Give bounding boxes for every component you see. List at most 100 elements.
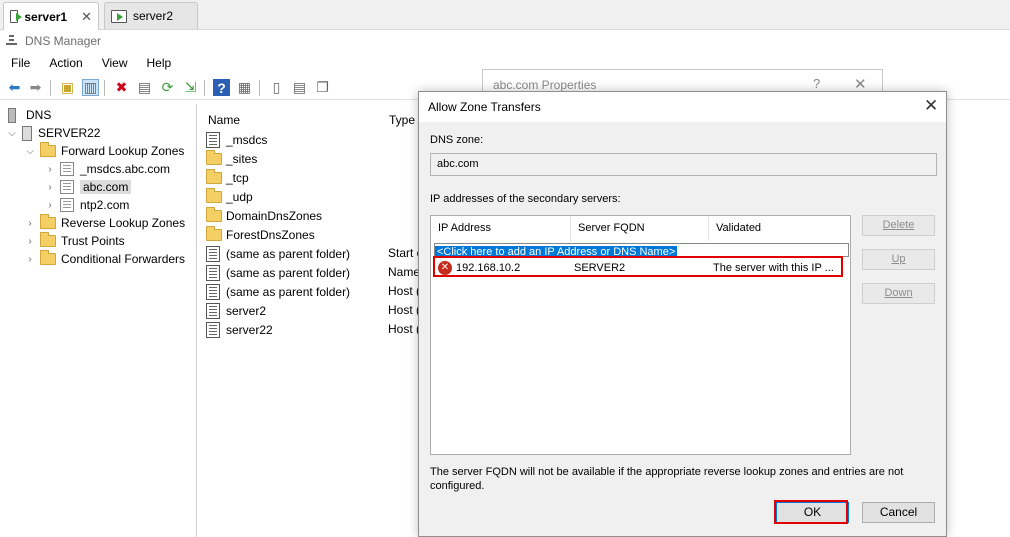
secondary-servers-list[interactable]: IP Address Server FQDN Validated <Click … [430,215,851,455]
app-title: DNS Manager [6,33,101,49]
list-item[interactable]: (same as parent folder) [206,263,350,282]
vm-icon [111,9,127,23]
record-name: _sites [226,151,258,166]
console-tree: DNS ⌵ SERVER22 ⌵ Forward Lookup Zones › … [0,104,197,537]
zone-icon [60,180,74,194]
menu-view[interactable]: View [91,54,136,72]
tab-label: server1 [24,9,68,24]
list-item[interactable]: server2 [206,301,266,320]
action-pane-icon[interactable]: ▦ [236,79,253,96]
record-icon [206,264,220,281]
list-item[interactable]: (same as parent folder) [206,244,350,263]
column-header-type[interactable]: Type [389,109,415,131]
folder-icon [40,232,56,247]
server-icon[interactable]: ▯ [268,79,285,96]
column-header-validated[interactable]: Validated [709,216,850,241]
chevron-down-icon[interactable]: ⌵ [24,146,36,157]
tree-node-trust-points[interactable]: › Trust Points [24,232,125,250]
tree-node-dns[interactable]: DNS [6,106,51,124]
cancel-button[interactable]: Cancel [862,502,935,523]
record-icon [206,321,220,338]
chevron-right-icon[interactable]: › [24,236,36,247]
tab-server2[interactable]: server2 [104,2,198,29]
help-icon[interactable]: ? [813,76,820,91]
copy-icon[interactable]: ❐ [314,79,331,96]
dns-zone-label: DNS zone: [430,134,484,146]
tree-node-label: Forward Lookup Zones [61,144,185,158]
menu-help[interactable]: Help [136,54,180,72]
tree-node-conditional-forwarders[interactable]: › Conditional Forwarders [24,250,185,268]
tree-node-abc-zone[interactable]: › abc.com [44,178,132,196]
chevron-right-icon[interactable]: › [44,182,56,193]
down-button[interactable]: Down [862,283,935,304]
folder-icon [206,168,222,184]
back-arrow-icon[interactable]: ⬅ [6,79,23,96]
list-item[interactable]: _msdcs [206,130,267,149]
dns-icon [6,108,18,123]
refresh-icon[interactable]: ⟳ [159,79,176,96]
record-type: Host ( [388,322,418,336]
server-icon [22,125,32,141]
highlight-entry-row [433,256,843,277]
column-header-name[interactable]: Name [208,109,240,131]
folder-icon [40,142,56,157]
tab-server1[interactable]: server1 ✕ [3,2,99,30]
tree-node-ntp2-zone[interactable]: › ntp2.com [44,196,129,214]
record-type: Name [388,265,418,279]
dns-zone-field: abc.com [430,153,937,176]
record-name: _msdcs [226,132,268,147]
record-name: server2 [226,303,267,318]
app-title-text: DNS Manager [25,34,102,48]
help-icon[interactable]: ? [213,79,230,96]
menu-action[interactable]: Action [38,54,90,72]
record-name: (same as parent folder) [226,284,351,299]
close-icon[interactable]: ✕ [81,9,92,25]
dialog-title: Allow Zone Transfers [428,100,541,114]
toolbar-separator [204,80,205,96]
zone-icon [60,198,74,212]
folder-icon [206,206,222,222]
list-item[interactable]: (same as parent folder) [206,282,350,301]
chevron-right-icon[interactable]: › [24,254,36,265]
export-list-icon[interactable]: ⇲ [182,79,199,96]
list-item[interactable]: _sites [206,149,257,168]
record-type: Start o [388,246,418,260]
chevron-right-icon[interactable]: › [24,218,36,229]
list-item[interactable]: ForestDnsZones [206,225,315,244]
properties-icon[interactable]: ▤ [136,79,153,96]
record-icon [206,245,220,262]
record-name: (same as parent folder) [226,246,351,261]
up-button[interactable]: Up [862,249,935,270]
delete-button[interactable]: Delete [862,215,935,236]
list-item[interactable]: _udp [206,187,253,206]
toolbar-separator [50,80,51,96]
add-ip-address-row[interactable]: <Click here to add an IP Address or DNS … [434,243,849,258]
record-name: DomainDnsZones [226,208,323,223]
tree-node-msdcs-zone[interactable]: › _msdcs.abc.com [44,160,170,178]
list-item[interactable]: server22 [206,320,273,339]
list-item[interactable]: _tcp [206,168,249,187]
column-header-ip-address[interactable]: IP Address [431,216,571,241]
menu-file[interactable]: File [0,54,38,72]
chevron-right-icon[interactable]: › [44,200,56,211]
tree-node-server[interactable]: ⌵ SERVER22 [6,124,100,142]
toolbar-separator [104,80,105,96]
chevron-down-icon[interactable]: ⌵ [6,128,18,139]
record-type: Host ( [388,284,418,298]
up-folder-icon[interactable]: ▣ [59,79,76,96]
forward-arrow-icon[interactable]: ➡ [27,79,44,96]
dns-manager-icon [6,34,17,48]
show-hide-tree-icon[interactable]: ▥ [82,79,99,96]
tree-node-label: SERVER22 [38,126,101,140]
record-list-icon[interactable]: ▤ [291,79,308,96]
record-name: (same as parent folder) [226,265,351,280]
chevron-right-icon[interactable]: › [44,164,56,175]
close-icon[interactable]: ✕ [924,96,938,116]
column-header-server-fqdn[interactable]: Server FQDN [571,216,709,241]
delete-icon[interactable]: ✖ [113,79,130,96]
tree-node-reverse-lookup-zones[interactable]: › Reverse Lookup Zones [24,214,185,232]
tree-node-forward-lookup-zones[interactable]: ⌵ Forward Lookup Zones [24,142,184,160]
list-item[interactable]: DomainDnsZones [206,206,322,225]
tree-node-label: ntp2.com [80,198,130,212]
zone-icon [60,162,74,176]
